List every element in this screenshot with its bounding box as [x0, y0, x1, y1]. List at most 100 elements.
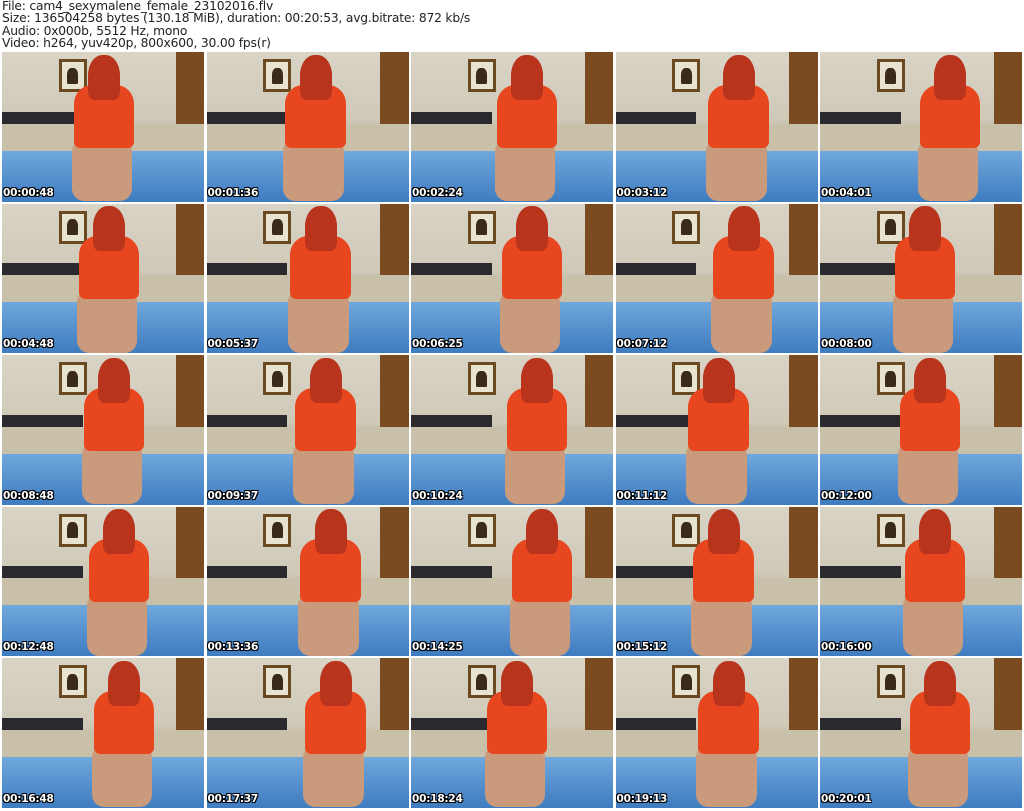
scene-figure-legs: [902, 593, 964, 656]
file-size-info: Size: 136504258 bytes (130.18 MiB), dura…: [2, 11, 471, 26]
scene-figure-hair: [712, 660, 745, 706]
scene-figure-legs: [484, 744, 546, 808]
scene-picture-frame: [263, 210, 292, 244]
thumbnail-timestamp: 00:01:36: [207, 186, 259, 199]
video-thumbnail: 00:03:12: [615, 52, 818, 202]
scene-figure-legs: [71, 138, 133, 202]
thumbnail-timestamp: 00:04:48: [3, 338, 54, 350]
scene-figure-hair: [98, 357, 131, 403]
scene-figure-legs: [509, 593, 571, 656]
scene-figure-hair: [511, 54, 544, 100]
thumbnail-timestamp: 00:15:12: [616, 641, 668, 653]
video-thumbnail: 00:15:12: [615, 506, 818, 656]
video-thumbnail: 00:08:48: [2, 355, 204, 505]
thumbnail-timestamp: 00:04:01: [821, 186, 872, 199]
scene-figure-legs: [691, 593, 752, 656]
scene-picture-frame: [263, 513, 292, 547]
video-info: Video: h264, yuv420p, 800x600, 30.00 fps…: [2, 35, 271, 50]
scene-figure-legs: [892, 290, 954, 353]
scene-picture-frame: [876, 210, 905, 244]
scene-figure-hair: [501, 660, 534, 706]
video-thumbnail: 00:10:24: [411, 355, 613, 505]
thumbnail-timestamp: 00:09:37: [207, 489, 259, 502]
video-thumbnail: 00:17:37: [206, 658, 409, 808]
video-thumbnail: 00:12:00: [820, 355, 1022, 505]
scene-figure-legs: [499, 290, 561, 353]
scene-picture-frame: [58, 362, 87, 396]
scene-figure-legs: [494, 138, 556, 202]
scene-picture-frame: [876, 362, 905, 396]
thumbnail-timestamp: 00:14:25: [412, 641, 463, 653]
scene-figure-hair: [924, 660, 957, 706]
video-thumbnail: 00:09:37: [206, 355, 409, 505]
scene-picture-frame: [876, 513, 905, 547]
scene-figure-hair: [103, 509, 136, 555]
scene-figure-legs: [283, 138, 344, 202]
scene-picture-frame: [876, 59, 905, 93]
scene-figure-hair: [516, 206, 549, 252]
scene-picture-frame: [58, 513, 87, 547]
scene-figure-legs: [293, 441, 354, 505]
thumbnail-timestamp: 00:18:24: [412, 792, 463, 805]
video-thumbnail: 00:18:24: [411, 658, 613, 808]
video-thumbnail: 00:19:13: [615, 658, 818, 808]
thumbnail-timestamp: 00:07:12: [616, 338, 668, 350]
thumbnail-timestamp: 00:00:48: [3, 186, 54, 199]
scene-figure-legs: [91, 744, 153, 808]
thumbnail-timestamp: 00:19:13: [616, 792, 668, 805]
scene-picture-frame: [876, 665, 905, 699]
scene-figure-hair: [108, 660, 141, 706]
scene-picture-frame: [672, 665, 701, 699]
scene-figure-hair: [526, 509, 559, 555]
scene-figure-hair: [919, 509, 952, 555]
scene-figure-hair: [707, 509, 740, 555]
scene-picture-frame: [263, 665, 292, 699]
thumbnail-timestamp: 00:13:36: [207, 641, 259, 653]
scene-figure-hair: [909, 206, 942, 252]
scene-figure-hair: [304, 206, 337, 252]
thumbnail-timestamp: 00:02:24: [412, 186, 463, 199]
scene-figure-legs: [86, 593, 148, 656]
scene-figure-hair: [309, 357, 342, 403]
thumbnail-timestamp: 00:11:12: [616, 489, 668, 502]
video-thumbnail: 00:20:01: [820, 658, 1022, 808]
scene-picture-frame: [263, 59, 292, 93]
scene-figure-hair: [727, 206, 760, 252]
scene-figure-legs: [907, 744, 969, 808]
video-thumbnail: 00:07:12: [615, 203, 818, 353]
scene-figure-hair: [319, 660, 352, 706]
thumbnail-timestamp: 00:08:00: [821, 338, 872, 350]
scene-figure-hair: [722, 54, 755, 100]
scene-figure-hair: [702, 357, 735, 403]
scene-figure-legs: [711, 290, 772, 353]
thumbnail-grid: 00:00:48 00:01:36 00:02:24 00:03:12 00:04:01…: [2, 52, 1022, 808]
thumbnail-timestamp: 00:03:12: [616, 186, 668, 199]
video-thumbnail: 00:11:12: [615, 355, 818, 505]
scene-picture-frame: [467, 362, 496, 396]
scene-figure-legs: [288, 290, 349, 353]
scene-picture-frame: [467, 513, 496, 547]
scene-figure-hair: [914, 357, 947, 403]
scene-figure-legs: [298, 593, 359, 656]
scene-picture-frame: [672, 59, 701, 93]
video-thumbnail: 00:08:00: [820, 203, 1022, 353]
scene-figure-legs: [504, 441, 566, 505]
scene-figure-hair: [93, 206, 126, 252]
video-thumbnail: 00:14:25: [411, 506, 613, 656]
thumbnail-timestamp: 00:20:01: [821, 792, 872, 805]
scene-figure-hair: [934, 54, 967, 100]
video-thumbnail: 00:16:48: [2, 658, 204, 808]
thumbnail-timestamp: 00:12:48: [3, 641, 54, 653]
scene-figure-legs: [81, 441, 143, 505]
video-thumbnail: 00:16:00: [820, 506, 1022, 656]
thumbnail-timestamp: 00:08:48: [3, 489, 54, 502]
video-thumbnail: 00:01:36: [206, 52, 409, 202]
scene-picture-frame: [467, 665, 496, 699]
video-thumbnail: 00:02:24: [411, 52, 613, 202]
thumbnail-timestamp: 00:12:00: [821, 489, 872, 502]
thumbnail-timestamp: 00:05:37: [207, 338, 259, 350]
scene-figure-legs: [696, 744, 757, 808]
scene-figure-legs: [897, 441, 959, 505]
scene-picture-frame: [467, 210, 496, 244]
thumbnail-timestamp: 00:17:37: [207, 792, 259, 805]
